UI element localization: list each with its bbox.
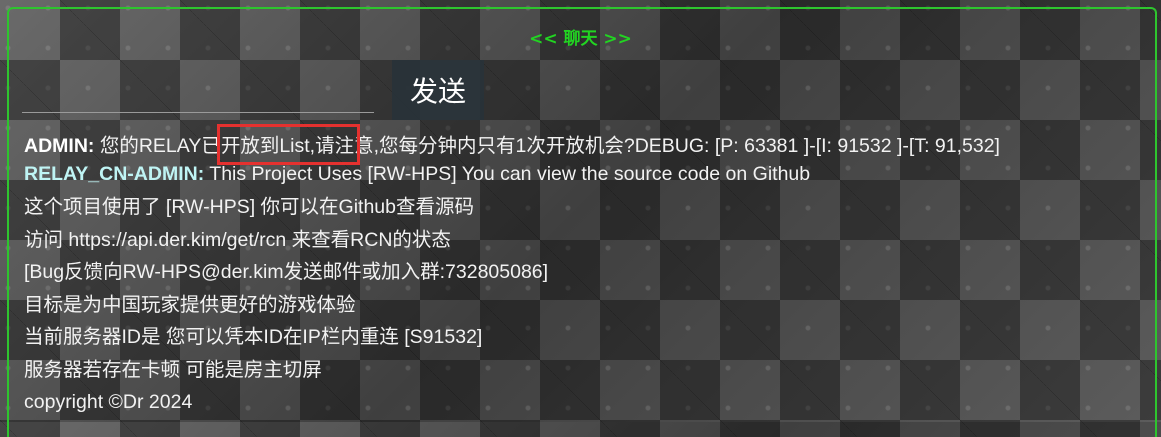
chat-log: ADMIN: 您的RELAY已开放到List,请注意,您每分钟内只有1次开放机会…	[24, 133, 1161, 419]
chat-line: 当前服务器ID是 您可以凭本ID在IP栏内重连 [S91532]	[24, 326, 483, 348]
chat-line: 这个项目使用了 [RW-HPS] 你可以在Github查看源码	[24, 196, 474, 218]
message-sender: RELAY_CN-ADMIN:	[24, 163, 205, 185]
chat-title: << 聊天 >>	[529, 29, 632, 49]
message-sender: ADMIN:	[24, 135, 95, 157]
chat-message: ADMIN: 您的RELAY已开放到List,请注意,您每分钟内只有1次开放机会…	[24, 133, 1161, 159]
chat-line: copyright ©Dr 2024	[24, 391, 193, 413]
chat-line: 目标是为中国玩家提供更好的游戏体验	[24, 293, 356, 316]
chat-input-field[interactable]	[22, 112, 374, 113]
chat-line: 访问 https://api.der.kim/get/rcn 来查看RCN的状态	[24, 228, 451, 251]
message-text: This Project Uses [RW-HPS] You can view …	[204, 163, 811, 185]
chat-line: [Bug反馈向RW-HPS@der.kim发送邮件或加入群:732805086]	[24, 261, 549, 283]
highlight-box	[217, 124, 360, 165]
chat-message: RELAY_CN-ADMIN: This Project Uses [RW-HP…	[24, 159, 1161, 191]
send-button[interactable]: 发送	[392, 60, 484, 120]
chat-line: 服务器若存在卡顿 可能是房主切屏	[24, 358, 322, 381]
